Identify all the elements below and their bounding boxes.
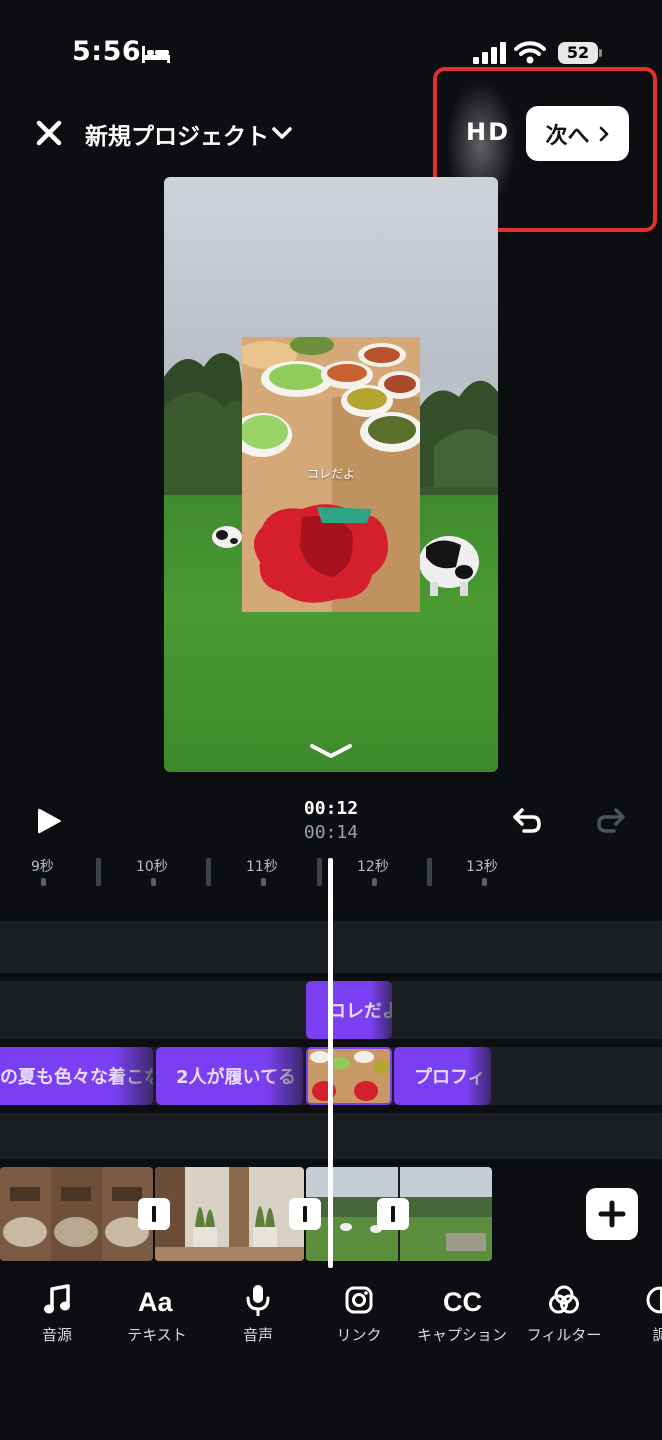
cow-statue-right (419, 536, 479, 596)
text-aa-icon: Aa (138, 1287, 173, 1316)
battery-level: 52 (558, 42, 598, 64)
total-duration: 00:14 (303, 822, 359, 843)
photo-overlay-clip[interactable] (306, 1047, 392, 1105)
instagram-icon (345, 1286, 373, 1314)
ruler-label: 11秒 (246, 859, 278, 875)
ruler-label: 13秒 (466, 859, 498, 875)
svg-text:Aa: Aa (138, 1287, 173, 1316)
ruler-dot (41, 878, 46, 886)
chevron-down-icon[interactable] (271, 124, 293, 142)
tool-label: テキスト (127, 1326, 187, 1344)
cellular-signal-icon (473, 42, 506, 64)
tool-label: フィルター (526, 1326, 602, 1344)
tool-label: 音声 (242, 1326, 273, 1344)
project-title[interactable]: 新規プロジェクト (85, 117, 269, 151)
text-clip[interactable]: の夏も色々な着こな (0, 1047, 153, 1105)
ruler-dot (482, 878, 487, 886)
tool-filter[interactable]: フィルター (509, 1284, 619, 1345)
ruler-tick (206, 858, 211, 886)
text-clip[interactable]: プロフィ (394, 1047, 491, 1105)
ruler-tick (96, 858, 101, 886)
video-clip-thumbnails (0, 1167, 153, 1261)
ruler-label: 9秒 (31, 859, 54, 875)
plus-icon (598, 1200, 626, 1228)
playhead[interactable] (328, 858, 333, 1268)
filter-icon (549, 1285, 579, 1314)
transition-marker[interactable] (377, 1198, 409, 1230)
current-time: 00:12 (303, 798, 359, 819)
undo-button[interactable] (510, 806, 542, 836)
sleep-bed-icon (142, 46, 170, 63)
ruler-label: 10秒 (136, 859, 168, 875)
close-icon[interactable] (34, 118, 64, 148)
video-preview[interactable]: コレだよ (164, 177, 498, 772)
tool-label: 調 (652, 1326, 662, 1344)
transition-marker[interactable] (289, 1198, 321, 1230)
collapse-chevron-icon[interactable] (308, 741, 354, 761)
microphone-icon (246, 1285, 270, 1316)
tool-label: キャプション (416, 1326, 507, 1344)
tool-link[interactable]: リンク (304, 1284, 414, 1345)
tool-adjust[interactable]: 調 (605, 1284, 662, 1345)
cc-icon: CC (443, 1287, 482, 1316)
tool-voice[interactable]: 音声 (203, 1284, 313, 1345)
ruler-dot (372, 878, 377, 886)
adjust-icon (646, 1286, 662, 1314)
photo-clip-thumbnail (308, 1049, 390, 1103)
music-note-icon (44, 1284, 70, 1314)
play-button[interactable] (34, 806, 64, 836)
overlay-caption: コレだよ (306, 467, 355, 481)
redo-button[interactable] (596, 806, 628, 836)
status-time: 5:56 (72, 36, 142, 67)
tool-caption[interactable]: CC キャプション (407, 1284, 517, 1345)
text-clip[interactable]: コレだよ (306, 981, 392, 1039)
video-clip-thumbnails (155, 1167, 304, 1261)
tool-text[interactable]: Aa テキスト (102, 1284, 212, 1345)
wifi-icon (514, 41, 546, 64)
video-clip[interactable] (0, 1167, 153, 1261)
ruler-dot (261, 878, 266, 886)
svg-text:CC: CC (443, 1287, 482, 1316)
video-clip[interactable] (155, 1167, 304, 1261)
text-clip[interactable]: 2人が履いてる (156, 1047, 303, 1105)
ruler-dot (151, 878, 156, 886)
ruler-tick (317, 858, 322, 886)
tool-label: 音源 (41, 1326, 72, 1344)
overlay-photo-sticker[interactable]: コレだよ (242, 337, 420, 612)
tool-label: リンク (336, 1326, 382, 1344)
ruler-label: 12秒 (357, 859, 389, 875)
tool-music[interactable]: 音源 (2, 1284, 112, 1345)
ruler-tick (427, 858, 432, 886)
cow-statue-left (212, 526, 242, 548)
transition-marker[interactable] (138, 1198, 170, 1230)
add-clip-button[interactable] (586, 1188, 638, 1240)
battery-indicator: 52 (558, 42, 602, 64)
